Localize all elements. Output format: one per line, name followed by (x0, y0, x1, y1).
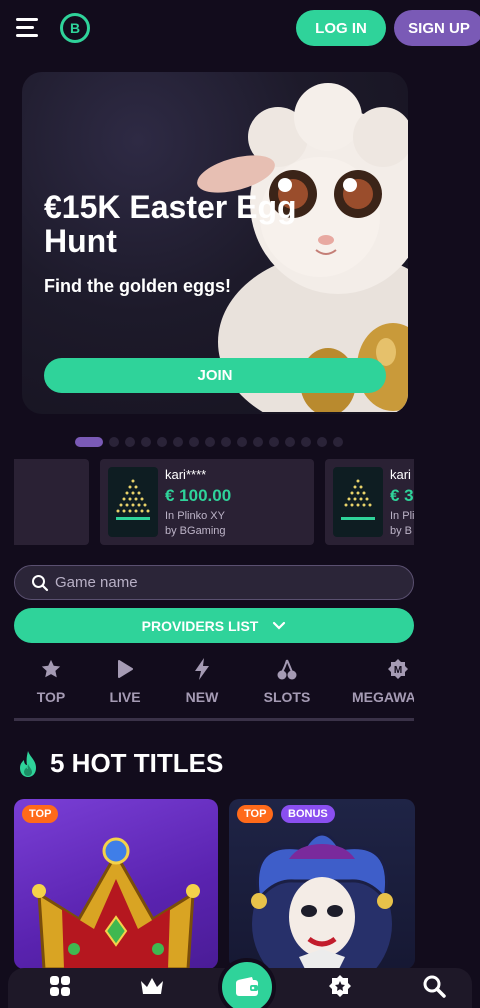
winner-username: kari (390, 467, 411, 482)
carousel-dot[interactable] (109, 437, 119, 447)
bonus-badge: BONUS (281, 805, 335, 823)
wallet-button[interactable] (218, 958, 276, 1008)
tab-new[interactable]: NEW (182, 652, 222, 714)
carousel-dot[interactable] (173, 437, 183, 447)
winner-card[interactable]: kari**** € 100.00 In Plinko XY by BGamin… (100, 459, 314, 545)
winner-game: In Pli (390, 510, 414, 522)
star-icon (39, 656, 63, 682)
winner-game: In Plinko XY (165, 510, 225, 522)
providers-label: PROVIDERS LIST (141, 617, 259, 634)
tab-live[interactable]: LIVE (107, 652, 143, 714)
login-button[interactable]: LOG IN (296, 10, 386, 46)
carousel-dot-active[interactable] (75, 437, 103, 447)
banner-title: €15K Easter Egg Hunt (44, 189, 297, 259)
lightning-icon (190, 656, 214, 682)
tabs-divider (14, 718, 414, 721)
grid-icon (50, 976, 70, 996)
carousel-dot[interactable] (253, 437, 263, 447)
crown-icon (141, 978, 163, 994)
game-thumbnail (333, 467, 383, 537)
winner-amount: € 3 (390, 486, 414, 505)
tab-megaways[interactable]: M MEGAWA (352, 652, 414, 714)
winner-provider: by BGaming (165, 525, 226, 537)
crown-artwork (32, 837, 200, 969)
tab-label: SLOTS (263, 689, 311, 705)
megaways-icon: M (386, 656, 410, 682)
svg-text:M: M (394, 665, 402, 676)
tab-label: LIVE (109, 689, 141, 705)
tab-label: NEW (185, 689, 219, 705)
play-icon (113, 656, 137, 682)
game-thumbnail (108, 467, 158, 537)
carousel-dot[interactable] (237, 437, 247, 447)
top-badge: TOP (237, 805, 274, 823)
top-bar: B LOG IN SIGN UP (0, 0, 480, 58)
providers-list-button[interactable]: PROVIDERS LIST (14, 608, 414, 643)
category-tabs: TOP LIVE NEW SLOTS M MEGAWA (14, 652, 414, 714)
nav-vip[interactable] (132, 972, 172, 1000)
fire-icon (20, 751, 36, 777)
carousel-dot[interactable] (205, 437, 215, 447)
carousel-dot[interactable] (333, 437, 343, 447)
carousel-dot[interactable] (317, 437, 327, 447)
signup-button[interactable]: SIGN UP (394, 10, 480, 46)
nav-search[interactable] (414, 972, 454, 1000)
join-button[interactable]: JOIN (44, 358, 386, 393)
tab-label: MEGAWA (352, 689, 414, 705)
game-card[interactable]: TOP (14, 799, 218, 969)
banner-subtitle: Find the golden eggs! (44, 276, 231, 296)
tab-label: TOP (36, 689, 66, 705)
promo-banner[interactable]: €15K Easter Egg Hunt Find the golden egg… (22, 72, 408, 414)
menu-icon[interactable] (16, 18, 38, 38)
search-placeholder: Game name (55, 574, 138, 591)
jester-artwork (251, 832, 393, 969)
game-card[interactable]: TOP BONUS (229, 799, 415, 969)
carousel-dot[interactable] (125, 437, 135, 447)
cherry-icon (275, 656, 299, 682)
carousel-dot[interactable] (221, 437, 231, 447)
nav-games[interactable] (40, 972, 80, 1000)
logo[interactable]: B (60, 13, 90, 43)
carousel-dot[interactable] (189, 437, 199, 447)
tab-slots[interactable]: SLOTS (261, 652, 313, 714)
promo-icon (329, 975, 351, 997)
carousel-dot[interactable] (285, 437, 295, 447)
carousel-indicators (75, 436, 343, 448)
nav-promo[interactable] (320, 972, 360, 1000)
tab-top[interactable]: TOP (34, 652, 68, 714)
search-icon (423, 975, 446, 998)
winner-card-partial[interactable] (14, 459, 89, 545)
winner-provider: by B (390, 525, 413, 537)
section-title: 5 HOT TITLES (50, 748, 224, 778)
carousel-dot[interactable] (141, 437, 151, 447)
carousel-dot[interactable] (269, 437, 279, 447)
wallet-icon (236, 977, 258, 996)
winner-amount: € 100.00 (165, 486, 232, 505)
top-badge: TOP (22, 805, 59, 823)
game-search-input[interactable]: Game name (14, 565, 414, 600)
logo-letter: B (69, 20, 81, 36)
recent-winners-strip: kari**** € 100.00 In Plinko XY by BGamin… (14, 459, 414, 545)
chevron-down-icon (273, 621, 286, 630)
carousel-dot[interactable] (301, 437, 311, 447)
carousel-dot[interactable] (157, 437, 167, 447)
search-icon (32, 575, 49, 592)
winner-username: kari**** (165, 467, 207, 482)
winner-card[interactable]: kari € 3 In Pli by B (325, 459, 414, 545)
